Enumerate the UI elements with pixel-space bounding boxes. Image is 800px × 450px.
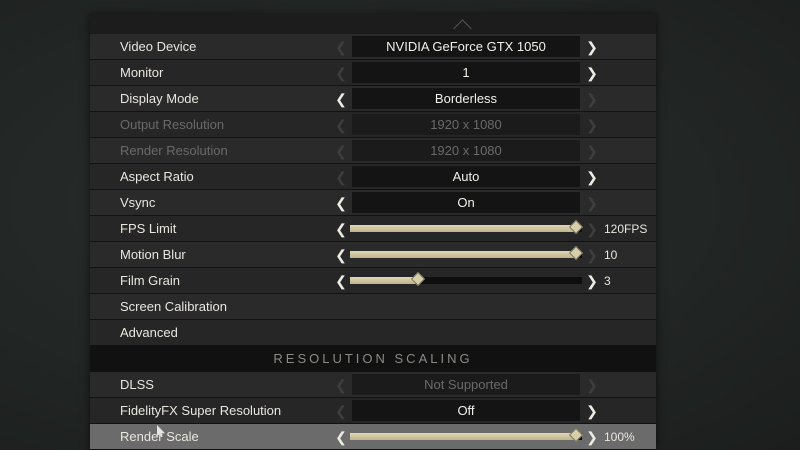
setting-label: FidelityFX Super Resolution [120,403,282,418]
motion-blur-slider[interactable] [350,245,584,261]
chevron-left-icon[interactable]: ❮ [334,268,348,294]
setting-value: 1920 x 1080 [352,140,580,161]
chevron-right-icon: ❯ [586,221,598,237]
setting-label: Screen Calibration [120,299,227,314]
render-scale-slider[interactable] [350,427,584,443]
setting-row-display-mode[interactable]: Display Mode ❮ Borderless ❯ [90,86,656,112]
slider-fill [350,433,576,440]
chevron-right-icon[interactable]: ❯ [585,60,599,86]
setting-label: Vsync [120,195,156,210]
setting-label: Render Resolution [120,143,228,158]
setting-label: Monitor [120,65,164,80]
slider-fill [350,277,418,284]
setting-row-video-device[interactable]: Video Device ❮ NVIDIA GeForce GTX 1050 ❯ [90,34,656,60]
setting-value: 1920 x 1080 [352,114,580,135]
video-settings-panel: Video Device ❮ NVIDIA GeForce GTX 1050 ❯… [90,14,656,450]
chevron-left-icon: ❮ [335,39,347,55]
chevron-left-icon: ❮ [335,143,347,159]
slider-value: 100% [604,430,635,444]
setting-label: FPS Limit [120,221,177,236]
chevron-right-icon[interactable]: ❯ [585,424,599,450]
chevron-left-icon[interactable]: ❮ [334,216,348,242]
setting-row-render-resolution: Render Resolution ❮ 1920 x 1080 ❯ [90,138,656,164]
setting-value: Borderless [352,88,580,109]
chevron-left-icon[interactable]: ❮ [334,242,348,268]
chevron-right-icon[interactable]: ❯ [585,398,599,424]
chevron-left-icon[interactable]: ❮ [334,424,348,450]
setting-row-output-resolution: Output Resolution ❮ 1920 x 1080 ❯ [90,112,656,138]
chevron-left-icon[interactable]: ❮ [334,86,348,112]
setting-value: On [352,192,580,213]
fps-limit-slider[interactable] [350,219,584,235]
chevron-right-icon: ❯ [586,195,598,211]
chevron-left-icon: ❮ [335,65,347,81]
setting-row-motion-blur[interactable]: Motion Blur ❮ ❯ 10 [90,242,656,268]
chevron-left-icon: ❮ [335,169,347,185]
setting-value: Auto [352,166,580,187]
chevron-right-icon[interactable]: ❯ [585,268,599,294]
setting-value: Not Supported [352,374,580,395]
section-header-resolution-scaling: RESOLUTION SCALING [90,346,656,372]
setting-row-screen-calibration[interactable]: Screen Calibration [90,294,656,320]
setting-row-aspect-ratio[interactable]: Aspect Ratio ❮ Auto ❯ [90,164,656,190]
setting-row-film-grain[interactable]: Film Grain ❮ ❯ 3 [90,268,656,294]
setting-row-monitor[interactable]: Monitor ❮ 1 ❯ [90,60,656,86]
slider-fill [350,251,576,258]
slider-value: 3 [604,274,611,288]
setting-label: DLSS [120,377,154,392]
chevron-left-icon: ❮ [335,377,347,393]
setting-label: Video Device [120,39,197,54]
chevron-right-icon: ❯ [586,377,598,393]
chevron-right-icon[interactable]: ❯ [585,164,599,190]
chevron-right-icon[interactable]: ❯ [585,34,599,60]
setting-label: Output Resolution [120,117,225,132]
setting-label: Display Mode [120,91,199,106]
setting-label: Film Grain [120,273,180,288]
setting-row-advanced[interactable]: Advanced [90,320,656,346]
chevron-left-icon: ❮ [335,117,347,133]
setting-row-dlss: DLSS ❮ Not Supported ❯ [90,372,656,398]
chevron-right-icon: ❯ [586,143,598,159]
chevron-right-icon: ❯ [586,247,598,263]
slider-fill [350,225,576,232]
setting-value: NVIDIA GeForce GTX 1050 [352,36,580,57]
setting-row-fsr[interactable]: FidelityFX Super Resolution ❮ Off ❯ [90,398,656,424]
chevron-right-icon: ❯ [586,117,598,133]
chevron-left-icon[interactable]: ❮ [334,190,348,216]
slider-value: 10 [604,248,618,262]
setting-label: Motion Blur [120,247,186,262]
setting-row-fps-limit[interactable]: FPS Limit ❮ ❯ 120FPS [90,216,656,242]
setting-label: Aspect Ratio [120,169,194,184]
setting-row-render-scale[interactable]: Render Scale ❮ ❯ 100% [90,424,656,450]
setting-value: Off [352,400,580,421]
chevron-right-icon: ❯ [586,91,598,107]
chevron-left-icon: ❮ [335,403,347,419]
film-grain-slider[interactable] [350,271,582,287]
setting-label: Advanced [120,325,178,340]
setting-row-vsync[interactable]: Vsync ❮ On ❯ [90,190,656,216]
settings-list: Video Device ❮ NVIDIA GeForce GTX 1050 ❯… [90,34,656,450]
setting-value: 1 [352,62,580,83]
slider-value: 120FPS [604,222,648,236]
